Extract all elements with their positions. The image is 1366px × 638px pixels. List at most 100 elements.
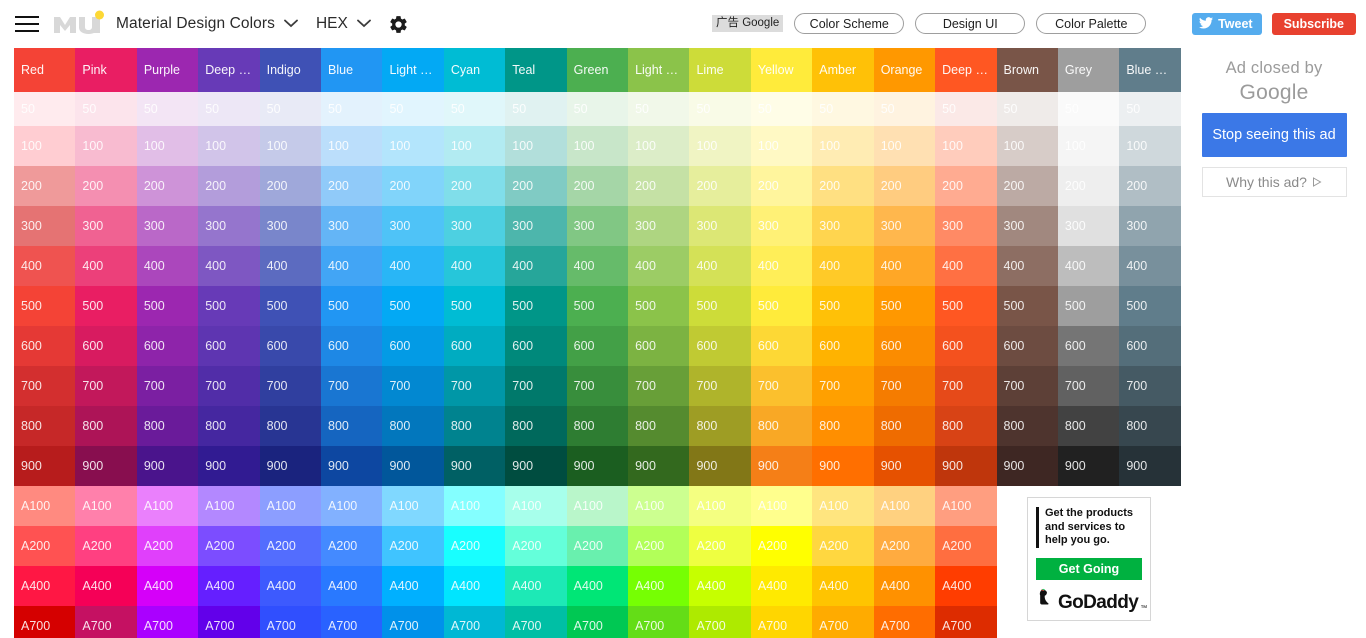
palette-cell-lime-A100[interactable]: A100: [689, 486, 751, 526]
palette-column-header-light-blue[interactable]: Light …: [382, 48, 444, 92]
palette-column-header-indigo[interactable]: Indigo: [259, 48, 322, 92]
palette-cell-deep-purple-A200[interactable]: A200: [198, 526, 260, 566]
palette-cell-purple-400[interactable]: 400: [136, 246, 199, 286]
palette-cell-pink-A400[interactable]: A400: [75, 566, 137, 606]
palette-column-header-brown[interactable]: Brown: [996, 48, 1058, 92]
palette-cell-indigo-800[interactable]: 800: [259, 406, 322, 446]
tweet-button[interactable]: Tweet: [1192, 13, 1262, 35]
palette-cell-blue-800[interactable]: 800: [321, 406, 383, 446]
palette-column-header-grey[interactable]: Grey: [1057, 48, 1120, 92]
palette-cell-amber-500[interactable]: 500: [812, 286, 874, 326]
palette-cell-purple-600[interactable]: 600: [136, 326, 199, 366]
palette-cell-deep-orange-700[interactable]: 700: [935, 366, 997, 406]
mui-logo[interactable]: [52, 9, 104, 39]
palette-cell-grey-900[interactable]: 900: [1057, 446, 1120, 486]
palette-cell-brown-50[interactable]: 50: [996, 92, 1058, 126]
palette-cell-grey-200[interactable]: 200: [1057, 166, 1120, 206]
palette-cell-deep-purple-800[interactable]: 800: [198, 406, 260, 446]
palette-cell-lime-A200[interactable]: A200: [689, 526, 751, 566]
palette-cell-orange-700[interactable]: 700: [873, 366, 936, 406]
palette-cell-teal-600[interactable]: 600: [505, 326, 567, 366]
palette-cell-grey-800[interactable]: 800: [1057, 406, 1120, 446]
palette-cell-deep-orange-A700[interactable]: A700: [935, 606, 997, 638]
palette-cell-blue-700[interactable]: 700: [321, 366, 383, 406]
palette-cell-red-50[interactable]: 50: [14, 92, 76, 126]
palette-cell-brown-800[interactable]: 800: [996, 406, 1058, 446]
palette-cell-grey-50[interactable]: 50: [1057, 92, 1120, 126]
palette-cell-lime-200[interactable]: 200: [689, 166, 751, 206]
palette-cell-yellow-A100[interactable]: A100: [750, 486, 813, 526]
palette-cell-green-200[interactable]: 200: [566, 166, 629, 206]
palette-cell-cyan-A200[interactable]: A200: [443, 526, 506, 566]
palette-cell-indigo-A700[interactable]: A700: [259, 606, 322, 638]
palette-cell-light-green-800[interactable]: 800: [628, 406, 690, 446]
palette-cell-pink-500[interactable]: 500: [75, 286, 137, 326]
palette-column-header-deep-purple[interactable]: Deep …: [198, 48, 260, 92]
palette-cell-red-A200[interactable]: A200: [14, 526, 76, 566]
palette-cell-indigo-300[interactable]: 300: [259, 206, 322, 246]
palette-cell-red-600[interactable]: 600: [14, 326, 76, 366]
palette-column-header-light-green[interactable]: Light …: [628, 48, 690, 92]
palette-cell-indigo-900[interactable]: 900: [259, 446, 322, 486]
palette-cell-brown-900[interactable]: 900: [996, 446, 1058, 486]
palette-cell-purple-A200[interactable]: A200: [136, 526, 199, 566]
palette-cell-yellow-600[interactable]: 600: [750, 326, 813, 366]
palette-cell-teal-A100[interactable]: A100: [505, 486, 567, 526]
palette-cell-purple-500[interactable]: 500: [136, 286, 199, 326]
palette-cell-teal-100[interactable]: 100: [505, 126, 567, 166]
palette-cell-light-green-700[interactable]: 700: [628, 366, 690, 406]
palette-cell-purple-100[interactable]: 100: [136, 126, 199, 166]
palette-cell-green-400[interactable]: 400: [566, 246, 629, 286]
palette-cell-teal-A400[interactable]: A400: [505, 566, 567, 606]
palette-cell-deep-purple-100[interactable]: 100: [198, 126, 260, 166]
palette-column-header-yellow[interactable]: Yellow: [750, 48, 813, 92]
palette-cell-light-green-A400[interactable]: A400: [628, 566, 690, 606]
ad-chip-color-scheme[interactable]: Color Scheme: [794, 13, 905, 34]
palette-cell-blue-grey-400[interactable]: 400: [1119, 246, 1181, 286]
palette-cell-teal-200[interactable]: 200: [505, 166, 567, 206]
palette-cell-pink-800[interactable]: 800: [75, 406, 137, 446]
palette-cell-yellow-50[interactable]: 50: [750, 92, 813, 126]
palette-column-header-red[interactable]: Red: [14, 48, 76, 92]
palette-cell-light-green-900[interactable]: 900: [628, 446, 690, 486]
palette-cell-lime-700[interactable]: 700: [689, 366, 751, 406]
palette-cell-amber-600[interactable]: 600: [812, 326, 874, 366]
palette-cell-green-500[interactable]: 500: [566, 286, 629, 326]
palette-cell-lime-A700[interactable]: A700: [689, 606, 751, 638]
palette-cell-orange-900[interactable]: 900: [873, 446, 936, 486]
palette-cell-pink-900[interactable]: 900: [75, 446, 137, 486]
palette-cell-green-A100[interactable]: A100: [566, 486, 629, 526]
palette-cell-teal-500[interactable]: 500: [505, 286, 567, 326]
palette-cell-deep-orange-200[interactable]: 200: [935, 166, 997, 206]
palette-cell-deep-orange-A200[interactable]: A200: [935, 526, 997, 566]
palette-cell-light-green-50[interactable]: 50: [628, 92, 690, 126]
palette-cell-orange-100[interactable]: 100: [873, 126, 936, 166]
palette-cell-indigo-A400[interactable]: A400: [259, 566, 322, 606]
palette-cell-amber-400[interactable]: 400: [812, 246, 874, 286]
palette-cell-green-700[interactable]: 700: [566, 366, 629, 406]
palette-cell-orange-600[interactable]: 600: [873, 326, 936, 366]
palette-cell-blue-grey-800[interactable]: 800: [1119, 406, 1181, 446]
palette-cell-indigo-600[interactable]: 600: [259, 326, 322, 366]
palette-cell-deep-orange-800[interactable]: 800: [935, 406, 997, 446]
palette-cell-amber-200[interactable]: 200: [812, 166, 874, 206]
palette-cell-deep-orange-100[interactable]: 100: [935, 126, 997, 166]
palette-cell-amber-100[interactable]: 100: [812, 126, 874, 166]
palette-cell-pink-400[interactable]: 400: [75, 246, 137, 286]
palette-cell-lime-400[interactable]: 400: [689, 246, 751, 286]
palette-cell-yellow-500[interactable]: 500: [750, 286, 813, 326]
palette-column-header-teal[interactable]: Teal: [505, 48, 567, 92]
palette-cell-lime-100[interactable]: 100: [689, 126, 751, 166]
palette-cell-blue-A100[interactable]: A100: [321, 486, 383, 526]
palette-cell-pink-200[interactable]: 200: [75, 166, 137, 206]
palette-cell-yellow-400[interactable]: 400: [750, 246, 813, 286]
palette-cell-blue-grey-300[interactable]: 300: [1119, 206, 1181, 246]
palette-cell-red-200[interactable]: 200: [14, 166, 76, 206]
palette-cell-indigo-A100[interactable]: A100: [259, 486, 322, 526]
palette-cell-blue-grey-700[interactable]: 700: [1119, 366, 1181, 406]
palette-column-header-purple[interactable]: Purple: [136, 48, 199, 92]
palette-cell-yellow-200[interactable]: 200: [750, 166, 813, 206]
palette-cell-blue-grey-900[interactable]: 900: [1119, 446, 1181, 486]
palette-cell-teal-50[interactable]: 50: [505, 92, 567, 126]
palette-cell-grey-600[interactable]: 600: [1057, 326, 1120, 366]
